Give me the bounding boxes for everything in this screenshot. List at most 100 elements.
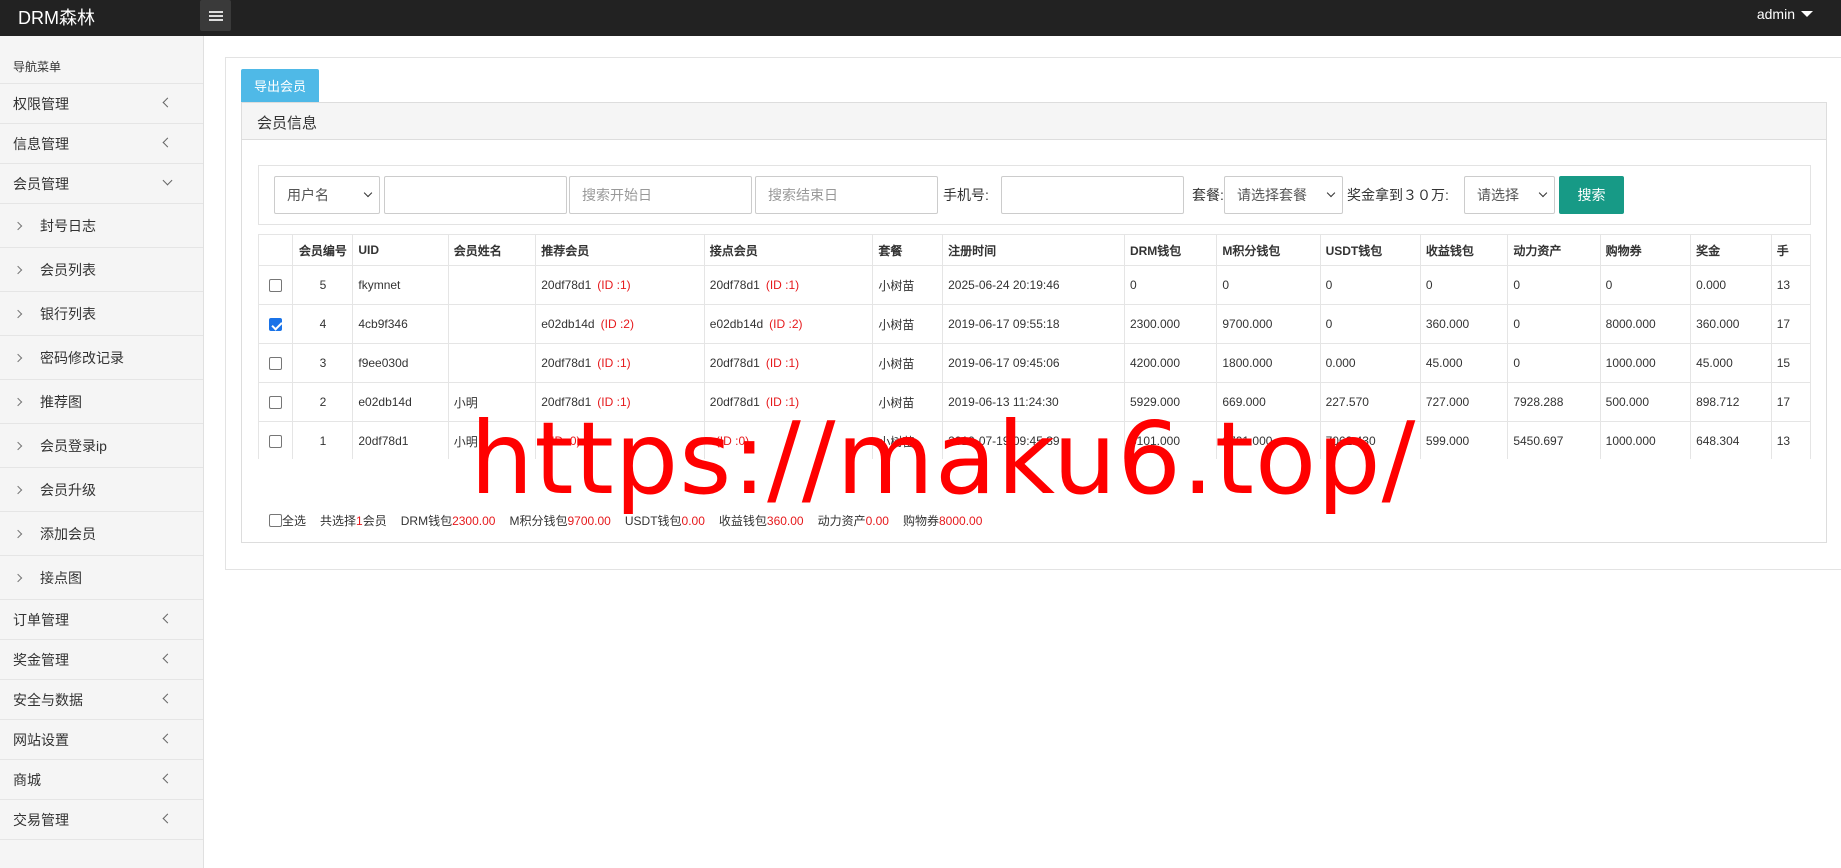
cell-coupon: 500.000 (1599, 382, 1692, 422)
brand-logo-text[interactable]: DRM森林 (18, 4, 95, 30)
sidebar-item-shop[interactable]: 商城 (0, 760, 203, 800)
cell-income: 0 (1419, 265, 1509, 305)
package-select[interactable]: 请选择套餐 (1224, 176, 1343, 214)
cell-value: 727.000 (1425, 395, 1470, 409)
row-checkbox-cell (258, 343, 294, 383)
referrer-id[interactable]: (ID :1) (597, 356, 630, 370)
sidebar-header: 导航菜单 (0, 36, 203, 84)
cell-value: 0 (1325, 317, 1333, 331)
cell-value: e02db14d (541, 317, 595, 331)
cell-value: 20df78d1 (709, 356, 760, 370)
sidebar-item-label: 网站设置 (13, 731, 69, 748)
sidebar-item-info[interactable]: 信息管理 (0, 124, 203, 164)
cell-value: 5 (319, 278, 327, 292)
cell-value: 360.000 (1696, 317, 1740, 331)
sidebar-item-bonus[interactable]: 奖金管理 (0, 640, 203, 680)
node-id[interactable]: (ID :1) (766, 278, 799, 292)
keyword-input[interactable] (384, 176, 567, 214)
cell-value: 0 (1513, 278, 1520, 292)
cell-ref: 20df78d1 (ID :1) (535, 265, 705, 305)
sidebar-item-site-settings[interactable]: 网站设置 (0, 720, 203, 760)
sidebar-subitem-upgrade[interactable]: 会员升级 (0, 468, 203, 512)
sidebar-item-security[interactable]: 安全与数据 (0, 680, 203, 720)
search-button[interactable]: 搜索 (1559, 176, 1624, 214)
sidebar-subitem-node-tree[interactable]: 接点图 (0, 556, 203, 600)
cell-value: 20df78d1 (541, 278, 592, 292)
cell-phone: 17 (1770, 304, 1811, 344)
sidebar-subitem-label: 会员登录ip (40, 437, 107, 454)
sidebar-subitem-label: 推荐图 (40, 393, 82, 410)
cell-value: 2025-06-24 20:19:46 (948, 278, 1060, 292)
cell-value: 4 (319, 317, 327, 331)
cell-value: 45.000 (1696, 356, 1733, 370)
cell-value: 2019-06-17 09:55:18 (948, 317, 1060, 331)
node-id[interactable]: (ID :1) (766, 356, 799, 370)
cell-node: e02db14d (ID :2) (703, 304, 874, 344)
bonus-threshold-select[interactable]: 请选择 (1464, 176, 1555, 214)
column-header: DRM钱包 (1123, 234, 1218, 266)
bonus-threshold-label: 奖金拿到３０万: (1347, 187, 1449, 203)
cell-phone: 13 (1770, 265, 1811, 305)
chevron-right-icon (13, 529, 23, 538)
sidebar-item-trading[interactable]: 交易管理 (0, 800, 203, 840)
cell-value: 0 (1513, 317, 1520, 331)
node-id[interactable]: (ID :2) (769, 317, 802, 331)
sidebar-subitem-referral-tree[interactable]: 推荐图 (0, 380, 203, 424)
referrer-id[interactable]: (ID :1) (597, 278, 630, 292)
select-all-label[interactable]: 全选 (282, 512, 306, 529)
panel-title: 会员信息 (242, 103, 1826, 140)
sidebar-item-members[interactable]: 会员管理 (0, 164, 203, 204)
cell-power: 0 (1507, 304, 1601, 344)
sidebar-item-label: 权限管理 (13, 95, 69, 112)
sidebar-subitem-bank-list[interactable]: 银行列表 (0, 292, 203, 336)
cell-power: 7928.288 (1507, 382, 1601, 422)
selected-suffix: 会员 (362, 514, 387, 528)
cell-name (447, 265, 537, 305)
row-checkbox[interactable] (269, 396, 283, 410)
chevron-left-icon (162, 137, 173, 147)
sidebar-item-orders[interactable]: 订单管理 (0, 600, 203, 640)
cell-value: 360.000 (1425, 317, 1470, 331)
chevron-down-icon (1326, 188, 1336, 198)
sidebar-subitem-password-log[interactable]: 密码修改记录 (0, 336, 203, 380)
cell-usdt: 0 (1319, 304, 1421, 344)
search-field-select[interactable]: 用户名 (274, 176, 380, 214)
cell-drm: 0 (1123, 265, 1218, 305)
start-date-input[interactable]: 搜索开始日 (569, 176, 752, 214)
sidebar-subitem-label: 接点图 (40, 569, 82, 586)
sidebar-item-permissions[interactable]: 权限管理 (0, 84, 203, 124)
sidebar-toggle-button[interactable] (200, 0, 231, 31)
username-label: admin (1756, 6, 1795, 22)
column-header: 注册时间 (942, 234, 1125, 266)
table-header-row: 会员编号 UID 会员姓名 推荐会员 接点会员 套餐 注册时间 DRM钱包 M积… (258, 234, 1811, 266)
phone-input[interactable] (1001, 176, 1184, 214)
row-checkbox[interactable] (269, 357, 283, 371)
sidebar-item-label: 信息管理 (13, 135, 69, 152)
cell-value: 45.000 (1425, 356, 1463, 370)
chevron-right-icon (13, 485, 23, 494)
sidebar-subitem-member-list[interactable]: 会员列表 (0, 248, 203, 292)
sidebar-subitem-add-member[interactable]: 添加会员 (0, 512, 203, 556)
user-menu-dropdown[interactable]: admin (1757, 6, 1813, 22)
sidebar-subitem-login-ip[interactable]: 会员登录ip (0, 424, 203, 468)
cell-uid: fkymnet (352, 265, 449, 305)
column-header (258, 234, 294, 266)
referrer-id[interactable]: (ID :2) (601, 317, 634, 331)
cell-income: 599.000 (1419, 421, 1509, 459)
chevron-right-icon (13, 397, 23, 406)
sidebar-subitem-ban-log[interactable]: 封号日志 (0, 204, 203, 248)
cell-reg-time: 2025-06-24 20:19:46 (942, 265, 1125, 305)
search-field-select-value: 用户名 (287, 187, 329, 203)
chevron-down-icon (162, 175, 173, 185)
cell-value: 20df78d1 (358, 434, 409, 448)
start-date-placeholder: 搜索开始日 (582, 187, 652, 203)
export-members-button[interactable]: 导出会员 (241, 69, 319, 102)
row-checkbox[interactable] (269, 279, 283, 293)
selected-count: 1 (356, 513, 363, 528)
cell-value: 20df78d1 (709, 278, 760, 292)
chevron-down-icon (1538, 188, 1548, 198)
row-checkbox[interactable] (269, 318, 283, 332)
row-checkbox[interactable] (269, 435, 283, 449)
end-date-input[interactable]: 搜索结束日 (755, 176, 938, 214)
select-all-checkbox[interactable] (269, 514, 282, 527)
